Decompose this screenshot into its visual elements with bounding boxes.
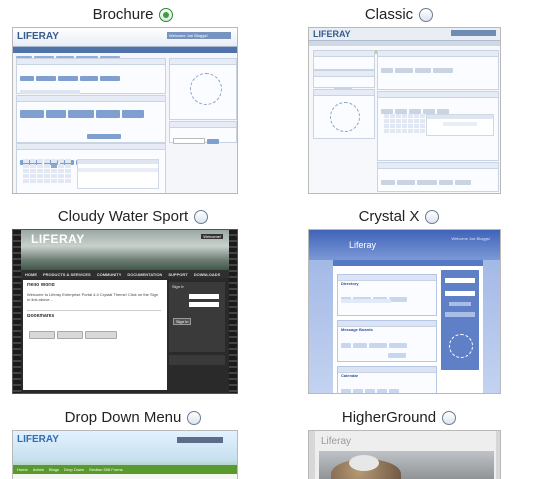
nav-bar: Home Admin Blogs Drop Down Section 508 F… bbox=[13, 465, 237, 474]
theme-logo: LIFERAY bbox=[313, 29, 351, 39]
portlet-body: Welcome to Liferay Enterprise Portal 4.4… bbox=[27, 292, 159, 302]
nav-item[interactable]: Admin bbox=[33, 467, 44, 472]
theme-radio-drop-down-menu[interactable] bbox=[187, 411, 202, 426]
theme-logo: LIFERAY bbox=[17, 434, 59, 445]
theme-radio-higherground[interactable] bbox=[442, 411, 457, 426]
welcome-text: Welcome Joe Bloggs! bbox=[167, 32, 231, 39]
theme-logo: Liferay bbox=[349, 240, 377, 250]
theme-label-row: HigherGround bbox=[266, 405, 532, 431]
nav-item[interactable]: COMMUNITY bbox=[97, 272, 122, 277]
welcome-text: Welcome Joe Bloggs! bbox=[451, 236, 490, 241]
theme-card-drop-down-menu: Drop Down Menu LIFERAY Home Admin Blogs … bbox=[0, 405, 266, 479]
nav-item[interactable]: SUPPORT bbox=[168, 272, 187, 277]
nav-bar: HOME PRODUCTS & SERVICES COMMUNITY DOCUM… bbox=[21, 270, 229, 278]
theme-name: Classic bbox=[364, 6, 414, 24]
theme-radio-brochure[interactable] bbox=[159, 8, 174, 23]
nav-item[interactable]: Section 508 Forms bbox=[89, 467, 123, 472]
theme-name: Crystal X bbox=[358, 208, 420, 226]
nav-item[interactable]: DOCUMENTATION bbox=[127, 272, 162, 277]
welcome-text: Welcome! bbox=[201, 234, 223, 239]
theme-thumbnail-crystal-x[interactable]: Liferay Welcome Joe Bloggs! Directory Me… bbox=[308, 229, 501, 394]
nav-item[interactable]: HOME bbox=[25, 272, 37, 277]
portlet-title: Calendar bbox=[341, 373, 359, 378]
sign-in-button[interactable]: Sign In bbox=[173, 318, 192, 325]
theme-label-row: Classic bbox=[266, 2, 532, 28]
nav-item[interactable]: Blogs bbox=[49, 467, 59, 472]
portlet-title: Hello World bbox=[27, 283, 55, 288]
theme-name: Cloudy Water Sport bbox=[57, 208, 189, 226]
theme-card-crystal-x: Crystal X Liferay Welcome Joe Bloggs! Di… bbox=[266, 204, 532, 404]
theme-thumbnail-classic[interactable]: LIFERAY bbox=[308, 27, 501, 194]
nav-item[interactable]: DOWNLOADS bbox=[194, 272, 221, 277]
theme-name: HigherGround bbox=[341, 409, 437, 427]
theme-card-higherground: HigherGround Liferay bbox=[266, 405, 532, 479]
theme-card-cloudy-water-sport: Cloudy Water Sport LIFERAY Welcome! HOME… bbox=[0, 204, 266, 404]
theme-label-row: Brochure bbox=[0, 2, 266, 28]
nav-item[interactable]: Drop Down bbox=[64, 467, 84, 472]
theme-thumbnail-higherground[interactable]: Liferay bbox=[308, 430, 501, 479]
theme-label-row: Drop Down Menu bbox=[0, 405, 266, 431]
theme-logo: LIFERAY bbox=[17, 31, 59, 42]
theme-logo: LIFERAY bbox=[31, 232, 85, 246]
theme-name: Drop Down Menu bbox=[64, 409, 182, 427]
nav-item[interactable]: Home bbox=[17, 467, 28, 472]
theme-card-brochure: Brochure LIFERAY Welcome Joe Bloggs! bbox=[0, 2, 266, 202]
theme-label-row: Crystal X bbox=[266, 204, 532, 230]
theme-label-row: Cloudy Water Sport bbox=[0, 204, 266, 230]
theme-radio-crystal-x[interactable] bbox=[425, 210, 440, 225]
theme-card-classic: Classic LIFERAY bbox=[266, 2, 532, 202]
portlet-title: Message Boards bbox=[341, 327, 373, 332]
nav-item[interactable]: PRODUCTS & SERVICES bbox=[43, 272, 91, 277]
theme-logo: Liferay bbox=[321, 436, 352, 447]
portlet-title: Directory bbox=[341, 281, 359, 286]
theme-radio-cloudy-water-sport[interactable] bbox=[194, 210, 209, 225]
theme-name: Brochure bbox=[92, 6, 154, 24]
theme-radio-classic[interactable] bbox=[419, 8, 434, 23]
theme-thumbnail-drop-down-menu[interactable]: LIFERAY Home Admin Blogs Drop Down Secti… bbox=[12, 430, 238, 479]
portlet-title: Sign In bbox=[172, 284, 185, 289]
portlet-title: Bookmarks bbox=[27, 314, 55, 319]
theme-thumbnail-cloudy-water-sport[interactable]: LIFERAY Welcome! HOME PRODUCTS & SERVICE… bbox=[12, 229, 238, 394]
theme-thumbnail-brochure[interactable]: LIFERAY Welcome Joe Bloggs! bbox=[12, 27, 238, 194]
